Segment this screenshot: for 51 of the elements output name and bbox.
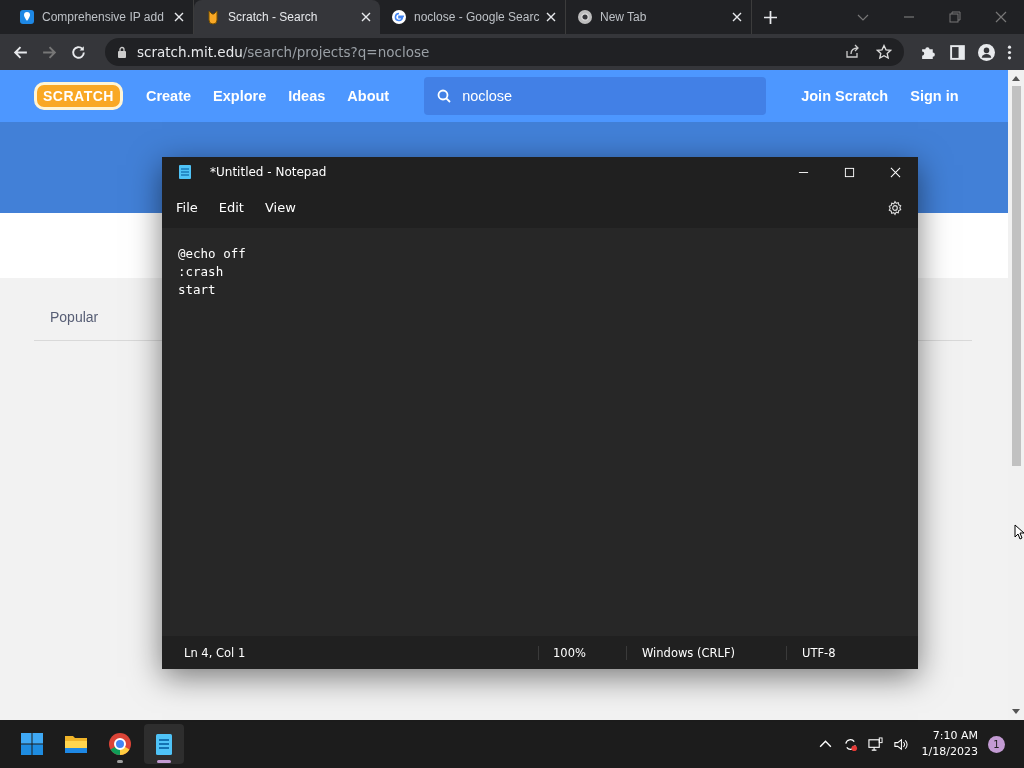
- windows-logo-icon: [20, 732, 44, 756]
- text-editor[interactable]: @echo off :crash start: [162, 228, 918, 636]
- menu-item[interactable]: View: [264, 200, 306, 215]
- menu-icon[interactable]: [1007, 43, 1012, 61]
- maximize-icon[interactable]: [844, 166, 855, 178]
- network-icon[interactable]: [867, 736, 883, 752]
- chrome-icon: [108, 732, 132, 756]
- side-panel-icon[interactable]: [949, 43, 966, 61]
- menu-item[interactable]: File: [176, 200, 208, 215]
- menu-item[interactable]: Edit: [218, 200, 254, 215]
- filter-tab[interactable]: Popular: [34, 302, 115, 332]
- star-icon[interactable]: [876, 44, 892, 60]
- google-icon: [391, 9, 407, 25]
- window-title: *Untitled - Notepad: [210, 165, 327, 179]
- clock-time[interactable]: 7:10 AM: [932, 728, 978, 744]
- lock-icon: [117, 46, 127, 58]
- scroll-up-icon[interactable]: [1012, 75, 1020, 81]
- scroll-thumb[interactable]: [1011, 86, 1021, 466]
- browser-tab[interactable]: Scratch - Search: [194, 0, 380, 34]
- tab-title: New Tab: [600, 10, 648, 24]
- reload-icon[interactable]: [70, 43, 87, 61]
- tab-title: Comprehensive IP add: [42, 10, 165, 24]
- code-line: @echo off: [178, 245, 247, 263]
- code-line: :crash: [178, 263, 225, 281]
- restore-icon[interactable]: [949, 11, 961, 23]
- sync-icon[interactable]: [842, 736, 858, 752]
- tab-title: Scratch - Search: [228, 10, 319, 24]
- status-text: Windows (CRLF): [626, 645, 786, 660]
- profile-icon[interactable]: [978, 43, 995, 61]
- clock-date[interactable]: 1/18/2023: [921, 744, 978, 760]
- address-field[interactable]: scratch.mit.edu/search/projects?q=noclose: [105, 38, 904, 66]
- taskbar-button[interactable]: [144, 724, 184, 764]
- status-text: UTF-8: [786, 645, 836, 660]
- mouse-pointer-icon: [1014, 524, 1024, 540]
- location-pin-icon: [19, 9, 35, 25]
- code-line: start: [178, 281, 217, 299]
- notepad-icon: [178, 164, 192, 180]
- new-tab-icon[interactable]: [764, 10, 777, 24]
- settings-icon[interactable]: [887, 199, 903, 216]
- search-icon: [436, 88, 453, 104]
- status-text: Ln 4, Col 1: [183, 645, 247, 660]
- share-icon[interactable]: [844, 44, 860, 60]
- chrome-icon: [577, 9, 593, 25]
- search-field[interactable]: noclose: [424, 77, 767, 115]
- notification-badge[interactable]: 1: [988, 735, 1005, 753]
- tab-title: noclose - Google Searc: [414, 10, 540, 24]
- speaker-icon[interactable]: [892, 736, 908, 752]
- url-text: scratch.mit.edu/search/projects?q=noclose: [137, 44, 430, 60]
- scroll-down-icon[interactable]: [1012, 709, 1020, 715]
- status-text: 100%: [538, 645, 626, 660]
- cat-icon: [205, 9, 221, 25]
